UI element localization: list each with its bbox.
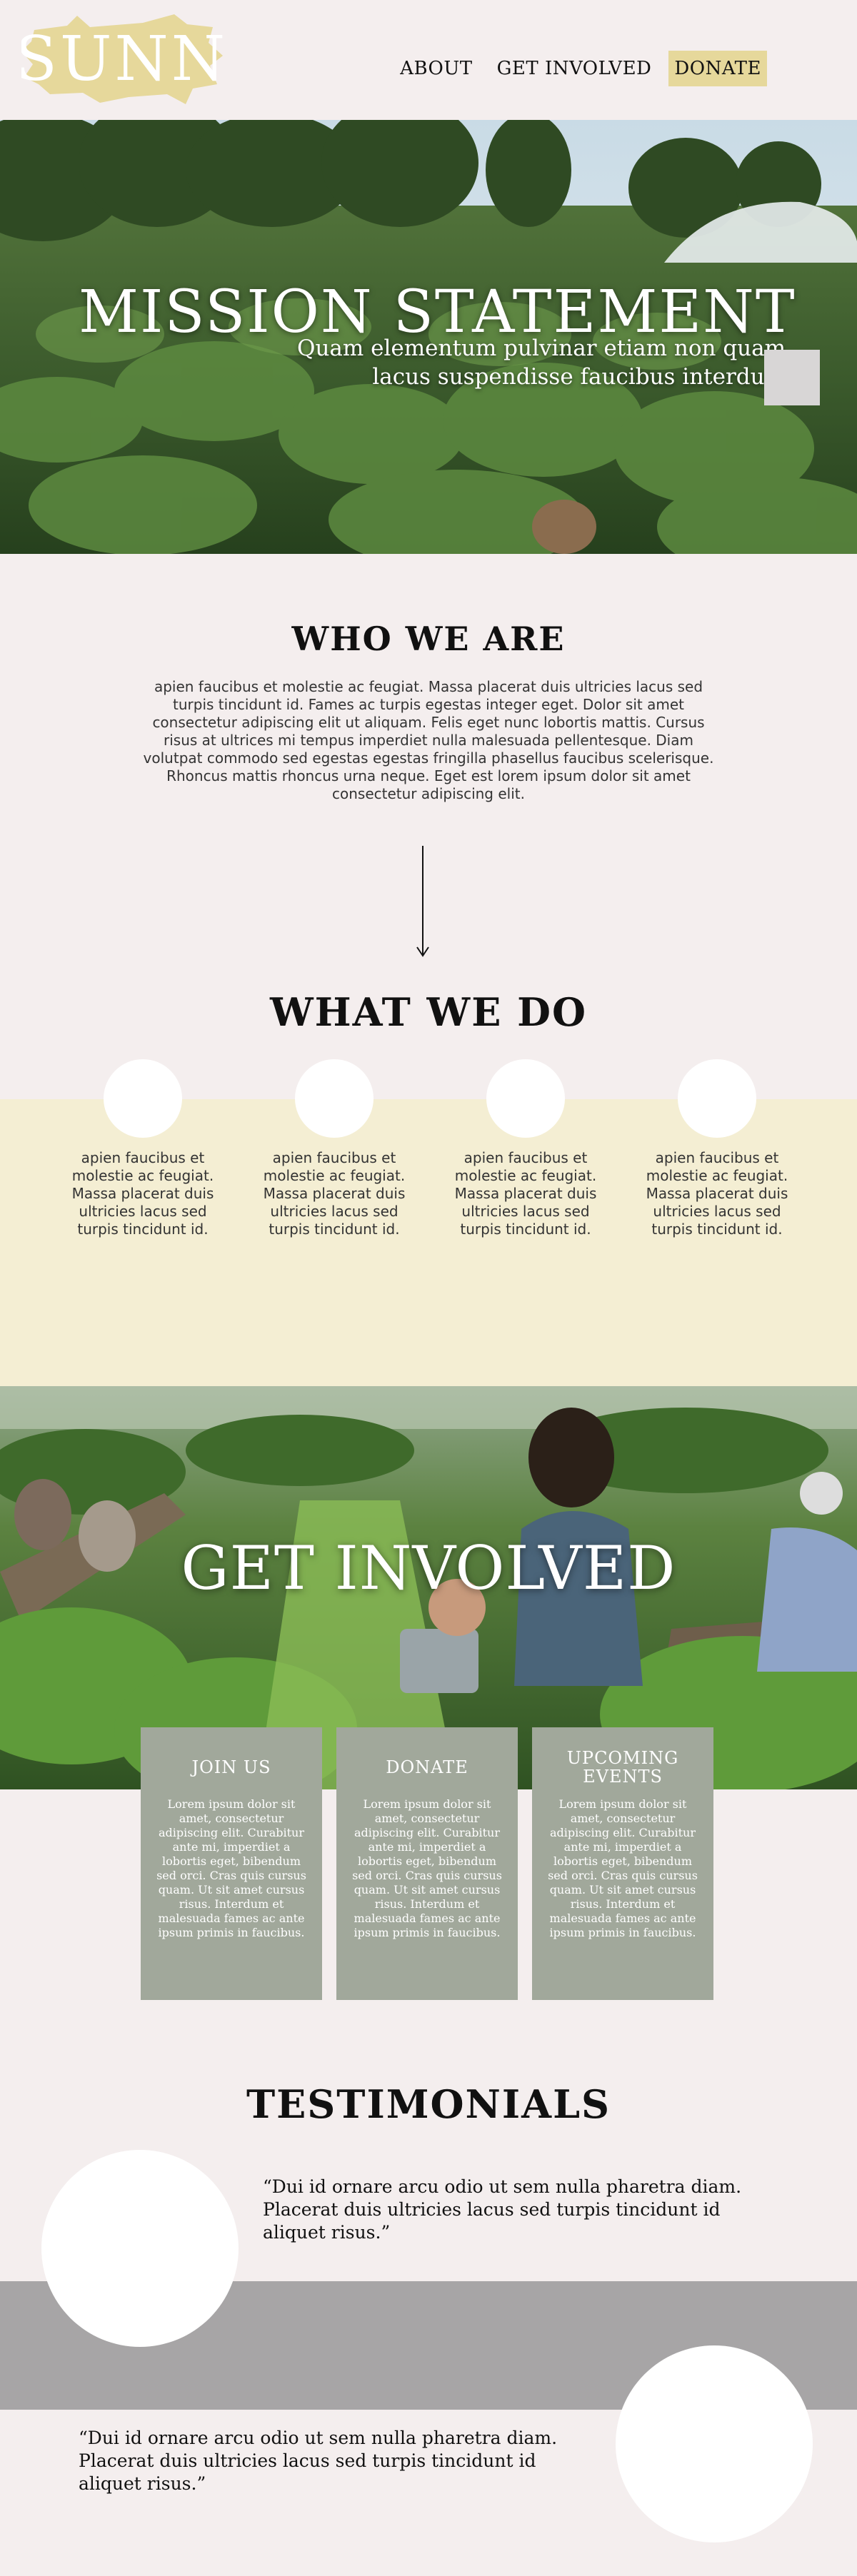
main-nav: ABOUT GET INVOLVED DONATE: [400, 50, 857, 87]
site-header: SUNN ABOUT GET INVOLVED DONATE: [0, 0, 857, 120]
feature-text: apien faucibus et molestie ac feugiat. M…: [263, 1149, 406, 1238]
feature-circle-icon: [678, 1059, 756, 1138]
image-placeholder: [764, 350, 820, 405]
card-heading: JOIN US: [191, 1757, 271, 1777]
feature-item: apien faucibus et molestie ac feugiat. M…: [447, 1059, 604, 1238]
card-text: Lorem ipsum dolor sit amet, consectetur …: [352, 1797, 502, 1939]
get-involved-title: GET INVOLVED: [181, 1533, 676, 1603]
feature-text: apien faucibus et molestie ac feugiat. M…: [646, 1149, 788, 1238]
upcoming-events-card[interactable]: UPCOMING EVENTS Lorem ipsum dolor sit am…: [532, 1727, 713, 2000]
hero-image: MISSION STATEMENT Quam elementum pulvina…: [0, 120, 857, 554]
card-text: Lorem ipsum dolor sit amet, consectetur …: [548, 1797, 698, 1939]
arrow-down-icon: [416, 846, 429, 957]
feature-circle-icon: [104, 1059, 182, 1138]
feature-text: apien faucibus et molestie ac feugiat. M…: [71, 1149, 214, 1238]
card-text: Lorem ipsum dolor sit amet, consectetur …: [156, 1797, 306, 1939]
testimonial-avatar: [41, 2150, 239, 2347]
card-heading: UPCOMING EVENTS: [566, 1748, 679, 1787]
nav-about[interactable]: ABOUT: [400, 58, 472, 79]
testimonial-quote: “Dui id ornare arcu odio ut sem nulla ph…: [79, 2428, 558, 2494]
feature-item: apien faucibus et molestie ac feugiat. M…: [638, 1059, 796, 1238]
feature-text: apien faucibus et molestie ac feugiat. M…: [454, 1149, 597, 1238]
donate-card[interactable]: DONATE Lorem ipsum dolor sit amet, conse…: [336, 1727, 518, 2000]
nav-get-involved[interactable]: GET INVOLVED: [497, 58, 652, 79]
card-heading: DONATE: [386, 1757, 468, 1777]
join-us-card[interactable]: JOIN US Lorem ipsum dolor sit amet, cons…: [141, 1727, 322, 2000]
hero-subtitle: Quam elementum pulvinar etiam non quam l…: [297, 335, 786, 390]
nav-donate-button[interactable]: DONATE: [668, 51, 767, 86]
who-we-are-title: WHO WE ARE: [291, 620, 566, 658]
testimonial-quote: “Dui id ornare arcu odio ut sem nulla ph…: [263, 2176, 742, 2243]
testimonials-title: TESTIMONIALS: [246, 2081, 611, 2127]
logo-text: SUNN: [21, 24, 228, 95]
testimonial-avatar: [616, 2345, 813, 2542]
feature-item: apien faucibus et molestie ac feugiat. M…: [64, 1059, 221, 1238]
logo[interactable]: SUNN: [21, 14, 229, 107]
feature-circle-icon: [486, 1059, 565, 1138]
who-we-are-text: apien faucibus et molestie ac feugiat. M…: [143, 678, 714, 802]
what-we-do-title: WHAT WE DO: [269, 989, 588, 1035]
feature-circle-icon: [295, 1059, 374, 1138]
feature-item: apien faucibus et molestie ac feugiat. M…: [256, 1059, 413, 1238]
